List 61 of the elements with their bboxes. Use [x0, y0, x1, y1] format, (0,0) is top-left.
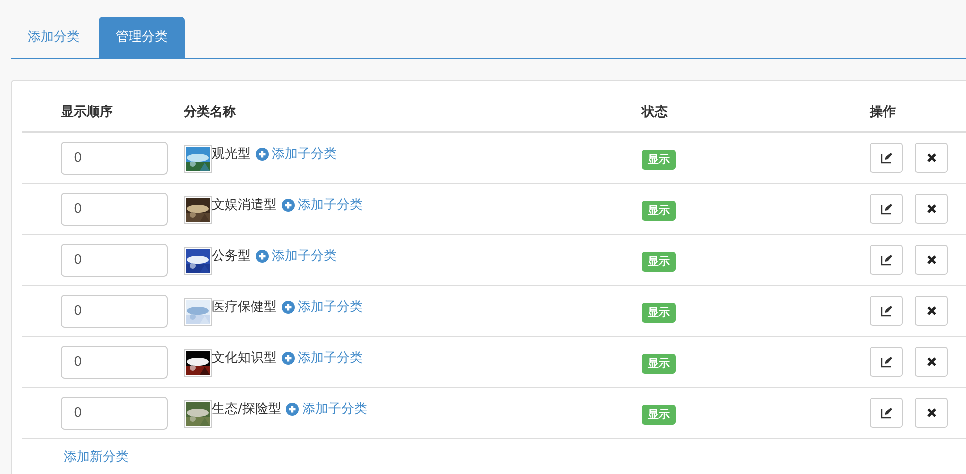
- order-input[interactable]: 0: [61, 346, 168, 378]
- delete-button[interactable]: [915, 398, 948, 428]
- status-badge: 显示: [642, 405, 676, 425]
- order-input[interactable]: 0: [61, 244, 168, 276]
- add-subcategory-link[interactable]: 添加子分类: [298, 196, 363, 214]
- tab[interactable]: 管理分类: [99, 17, 185, 58]
- edit-icon: [880, 407, 892, 419]
- edit-button[interactable]: [870, 347, 903, 377]
- category-name: 医疗保健型: [212, 299, 277, 316]
- add-circle-icon[interactable]: [286, 403, 300, 416]
- delete-button[interactable]: [915, 347, 948, 377]
- close-icon: [926, 408, 936, 418]
- delete-button[interactable]: [915, 194, 948, 224]
- edit-icon: [880, 356, 892, 368]
- close-icon: [926, 204, 936, 214]
- edit-button[interactable]: [870, 398, 903, 428]
- edit-button[interactable]: [870, 245, 903, 275]
- column-header: 显示顺序: [22, 93, 184, 132]
- category-name: 公务型: [212, 248, 251, 265]
- add-circle-icon[interactable]: [282, 352, 295, 365]
- add-subcategory-link[interactable]: 添加子分类: [272, 247, 337, 265]
- edit-icon: [880, 152, 892, 164]
- add-circle-icon[interactable]: [256, 148, 269, 161]
- edit-button[interactable]: [870, 143, 903, 173]
- column-header: 状态: [642, 93, 870, 132]
- status-badge: 显示: [642, 303, 676, 323]
- add-circle-icon[interactable]: [256, 250, 269, 263]
- add-circle-icon[interactable]: [282, 301, 295, 314]
- delete-button[interactable]: [915, 143, 948, 173]
- delete-button[interactable]: [915, 296, 948, 326]
- edit-button[interactable]: [870, 296, 903, 326]
- category-name: 文化知识型: [212, 350, 277, 367]
- status-badge: 显示: [642, 150, 676, 170]
- edit-icon: [880, 254, 892, 266]
- order-input[interactable]: 0: [61, 396, 168, 430]
- edit-icon: [880, 305, 892, 317]
- close-icon: [926, 255, 936, 265]
- add-subcategory-link[interactable]: 添加子分类: [298, 349, 363, 367]
- category-name: 生态/探险型: [212, 401, 282, 418]
- add-subcategory-link[interactable]: 添加子分类: [298, 298, 363, 316]
- tab[interactable]: 添加分类: [11, 17, 97, 58]
- status-badge: 显示: [642, 354, 676, 374]
- order-input[interactable]: 0: [61, 294, 168, 328]
- category-name: 观光型: [212, 146, 251, 163]
- order-input[interactable]: 0: [61, 142, 168, 174]
- status-badge: 显示: [642, 201, 676, 221]
- category-name: 文娱消遣型: [212, 197, 277, 214]
- add-subcategory-link[interactable]: 添加子分类: [272, 145, 337, 163]
- order-input[interactable]: 0: [61, 192, 168, 226]
- column-header: 分类名称: [184, 93, 642, 132]
- edit-button[interactable]: [870, 194, 903, 224]
- add-circle-icon[interactable]: [282, 199, 295, 212]
- column-header: 操作: [870, 93, 966, 132]
- add-category-link[interactable]: 添加新分类: [64, 448, 129, 466]
- delete-button[interactable]: [915, 245, 948, 275]
- close-icon: [926, 153, 936, 163]
- close-icon: [926, 306, 936, 316]
- edit-icon: [880, 203, 892, 215]
- status-badge: 显示: [642, 252, 676, 272]
- close-icon: [926, 357, 936, 367]
- add-subcategory-link[interactable]: 添加子分类: [302, 400, 368, 418]
